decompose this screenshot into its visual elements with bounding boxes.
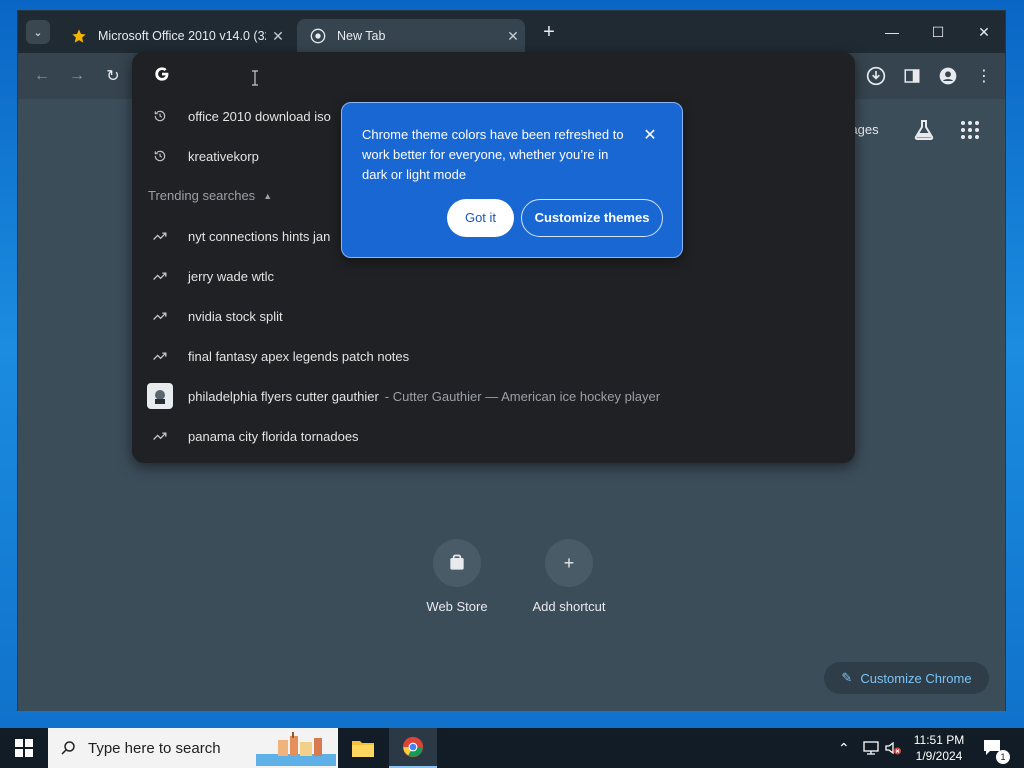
account-icon: [939, 67, 957, 85]
trending-searches-header[interactable]: Trending searches ▲: [148, 188, 272, 203]
suggestion-text: philadelphia flyers cutter gauthier: [188, 388, 379, 404]
star-icon: [70, 27, 88, 45]
folder-icon: [352, 741, 374, 757]
text-cursor-icon: [251, 70, 259, 86]
search-icon: [48, 739, 88, 757]
chevron-down-icon: ⌄: [33, 26, 43, 39]
maximize-button[interactable]: ☐: [915, 19, 961, 45]
suggestion-text: jerry wade wtlc: [188, 268, 274, 284]
trending-icon: [132, 231, 188, 241]
minimize-button[interactable]: —: [869, 19, 915, 45]
theme-refresh-popup: Chrome theme colors have been refreshed …: [341, 102, 683, 258]
trending-icon: [132, 311, 188, 321]
trending-icon: [132, 351, 188, 361]
customize-chrome-button[interactable]: ✎ Customize Chrome: [824, 662, 989, 694]
history-icon: [132, 109, 188, 123]
suggestion-item[interactable]: panama city florida tornadoes: [132, 416, 855, 456]
more-vert-icon: ⋮: [976, 68, 992, 85]
download-button[interactable]: [864, 64, 888, 88]
suggestion-text: kreativekorp: [188, 148, 259, 164]
close-icon[interactable]: ✕: [266, 28, 290, 45]
labs-flask-icon[interactable]: [912, 118, 936, 142]
windows-logo-icon: [15, 739, 33, 757]
taskbar: Type here to search ⌃ 11:51 PM 1/9/2024 …: [0, 728, 1024, 768]
shortcut-label: Web Store: [426, 599, 488, 614]
profile-button[interactable]: [936, 64, 960, 88]
reload-button[interactable]: ↻: [101, 64, 125, 88]
clock-date: 1/9/2024: [915, 749, 963, 763]
trending-icon: [132, 431, 188, 441]
reload-icon: ↻: [106, 68, 120, 85]
suggestion-item[interactable]: philadelphia flyers cutter gauthier - Cu…: [132, 376, 855, 416]
got-it-button[interactable]: Got it: [447, 199, 514, 237]
tab-search-button[interactable]: ⌄: [26, 20, 50, 44]
suggestion-text: office 2010 download iso: [188, 108, 331, 124]
tab-title: Microsoft Office 2010 v14.0 (32: [98, 29, 266, 43]
chevron-up-icon: ⌃: [838, 739, 850, 756]
shortcut-web-store[interactable]: Web Store: [407, 539, 507, 614]
suggestion-item[interactable]: final fantasy apex legends patch notes: [132, 336, 855, 376]
google-g-icon: [154, 66, 170, 82]
side-panel-button[interactable]: [900, 64, 924, 88]
shortcut-label: Add shortcut: [532, 599, 606, 614]
taskbar-file-explorer[interactable]: [339, 728, 387, 768]
title-bar: ⌄ Microsoft Office 2010 v14.0 (32 ✕ New …: [18, 11, 1005, 53]
menu-button[interactable]: ⋮: [972, 64, 996, 88]
search-highlight-illustration: [256, 730, 336, 766]
tab-new-tab[interactable]: New Tab ✕: [297, 19, 525, 53]
back-button[interactable]: ←: [30, 64, 54, 88]
plus-icon: +: [545, 539, 593, 587]
chrome-icon: [402, 736, 424, 758]
taskbar-search-box[interactable]: Type here to search: [48, 728, 338, 768]
chrome-icon: [309, 27, 327, 45]
clock-time: 11:51 PM: [913, 733, 965, 747]
close-icon[interactable]: ✕: [641, 127, 659, 145]
popup-message: Chrome theme colors have been refreshed …: [362, 127, 624, 182]
close-icon[interactable]: ✕: [501, 28, 525, 45]
tab-title: New Tab: [337, 29, 386, 43]
customize-themes-button[interactable]: Customize themes: [521, 199, 663, 237]
taskbar-chrome[interactable]: [389, 728, 437, 768]
search-placeholder: Type here to search: [88, 739, 221, 757]
customize-chrome-label: Customize Chrome: [860, 670, 972, 686]
network-status[interactable]: [862, 728, 880, 768]
arrow-right-icon: →: [69, 67, 85, 84]
suggestion-text: final fantasy apex legends patch notes: [188, 348, 410, 364]
suggestion-subtext: - Cutter Gauthier — American ice hockey …: [384, 388, 661, 404]
notification-center-button[interactable]: 1: [982, 728, 1010, 768]
new-tab-button[interactable]: +: [537, 21, 561, 45]
download-icon: [866, 66, 886, 86]
history-icon: [132, 149, 188, 163]
trending-header-label: Trending searches: [148, 188, 256, 203]
side-panel-icon: [904, 69, 920, 83]
suggestion-item[interactable]: nvidia stock split: [132, 296, 855, 336]
show-hidden-icons[interactable]: ⌃: [838, 728, 850, 768]
start-button[interactable]: [0, 728, 48, 768]
network-icon: [863, 741, 879, 755]
clock[interactable]: 11:51 PM 1/9/2024: [900, 732, 978, 764]
entity-thumbnail: [147, 383, 173, 409]
suggestion-text: panama city florida tornadoes: [188, 428, 359, 444]
arrow-left-icon: ←: [34, 67, 50, 84]
suggestion-item[interactable]: jerry wade wtlc: [132, 256, 855, 296]
forward-button[interactable]: →: [65, 64, 89, 88]
notification-count: 1: [996, 750, 1010, 764]
tab-office[interactable]: Microsoft Office 2010 v14.0 (32 ✕: [58, 19, 290, 53]
pencil-icon: ✎: [841, 670, 853, 685]
trending-icon: [132, 271, 188, 281]
apps-grid-icon[interactable]: [960, 120, 982, 142]
caret-up-icon: ▲: [263, 190, 273, 201]
suggestion-text: nyt connections hints jan: [188, 228, 331, 244]
window-close-button[interactable]: ✕: [961, 19, 1007, 45]
suggestion-text: nvidia stock split: [188, 308, 283, 324]
web-store-icon: [433, 539, 481, 587]
shortcut-add[interactable]: + Add shortcut: [519, 539, 619, 614]
